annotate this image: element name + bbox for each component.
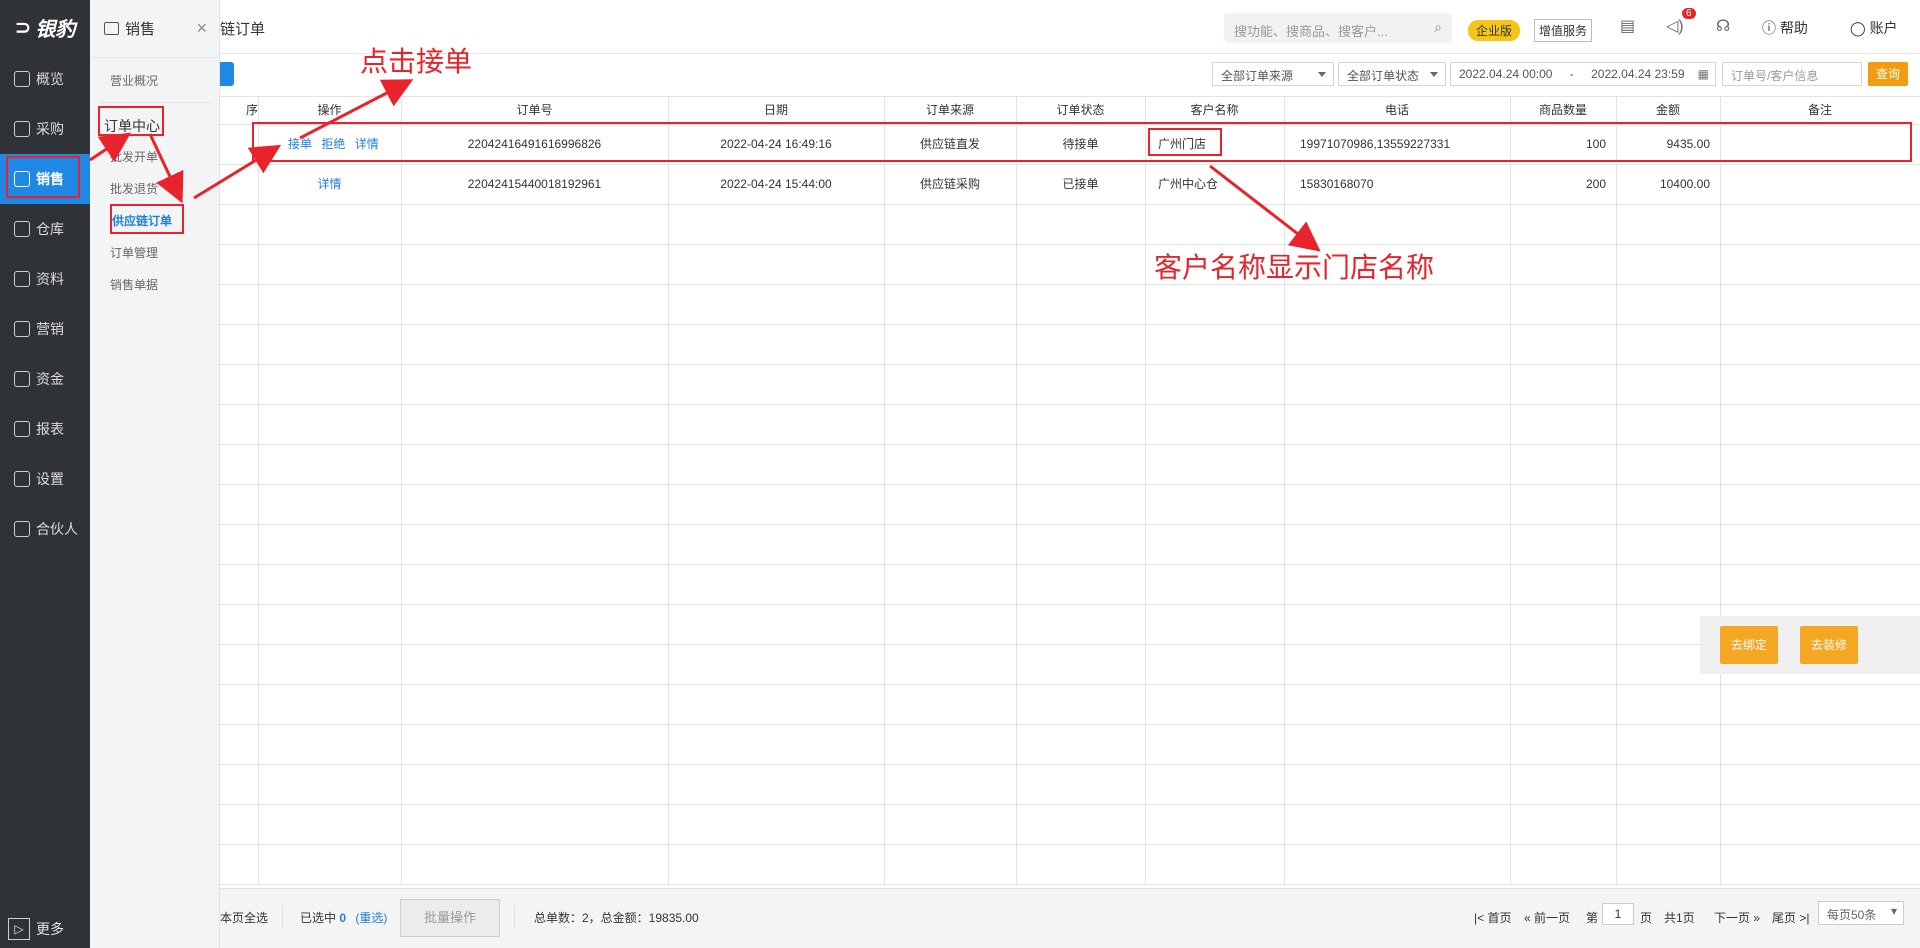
page-suffix: 页: [1640, 911, 1653, 925]
annotation-arrows: [89, 79, 1321, 252]
next-label: 下一页: [1714, 911, 1751, 925]
selected-status: 已选中 0 (重选): [300, 909, 387, 926]
divider: [514, 905, 515, 929]
arrow-to-order-center: [89, 132, 131, 162]
arrow-to-supply-orders: [148, 133, 184, 204]
page-prefix: 第: [1586, 911, 1599, 925]
prev-page-link[interactable]: « 前一页: [1524, 909, 1570, 926]
arrow-to-row: [193, 144, 282, 200]
annotation-click-accept: 点击接单: [360, 46, 473, 77]
go-bind-button[interactable]: 去绑定: [1720, 626, 1778, 664]
last-label: 尾页: [1772, 911, 1797, 925]
next-page-link[interactable]: 下一页 »: [1714, 909, 1760, 926]
arrow-to-accept-label: [299, 79, 414, 140]
selected-count: 0: [339, 911, 347, 925]
prev-label: 前一页: [1534, 911, 1571, 925]
reselect-link[interactable]: (重选): [355, 911, 387, 925]
go-decorate-button[interactable]: 去装修: [1800, 626, 1858, 664]
page-size-select[interactable]: 每页50条 ▾: [1818, 901, 1904, 925]
double-chevron-right-icon: »: [1753, 911, 1761, 925]
first-label: 首页: [1487, 911, 1512, 925]
select-page-all[interactable]: 本页全选: [220, 909, 268, 926]
batch-action-button[interactable]: 批量操作: [400, 899, 500, 937]
table-footer: 本页全选 已选中 0 (重选) 批量操作 总单数：2，总金额：19835.00 …: [220, 888, 1920, 948]
double-chevron-left-icon: «: [1524, 911, 1531, 925]
selected-label: 已选中: [300, 911, 337, 925]
divider: [282, 905, 283, 929]
page-size-value: 每页50条: [1827, 908, 1877, 922]
order-summary: 总单数：2，总金额：19835.00: [534, 911, 699, 925]
first-page-icon: |<: [1474, 911, 1485, 925]
last-page-link[interactable]: 尾页 >|: [1772, 909, 1809, 926]
arrow-to-customer-note: [1209, 164, 1321, 252]
last-page-icon: >|: [1799, 911, 1810, 925]
first-page-link[interactable]: |< 首页: [1474, 909, 1511, 926]
page-number-input[interactable]: 1: [1602, 903, 1634, 925]
total-pages: 共1页: [1664, 911, 1695, 925]
annotation-customer-note: 客户名称显示门店名称: [1154, 252, 1435, 283]
chevron-down-icon: ▾: [1890, 904, 1897, 918]
